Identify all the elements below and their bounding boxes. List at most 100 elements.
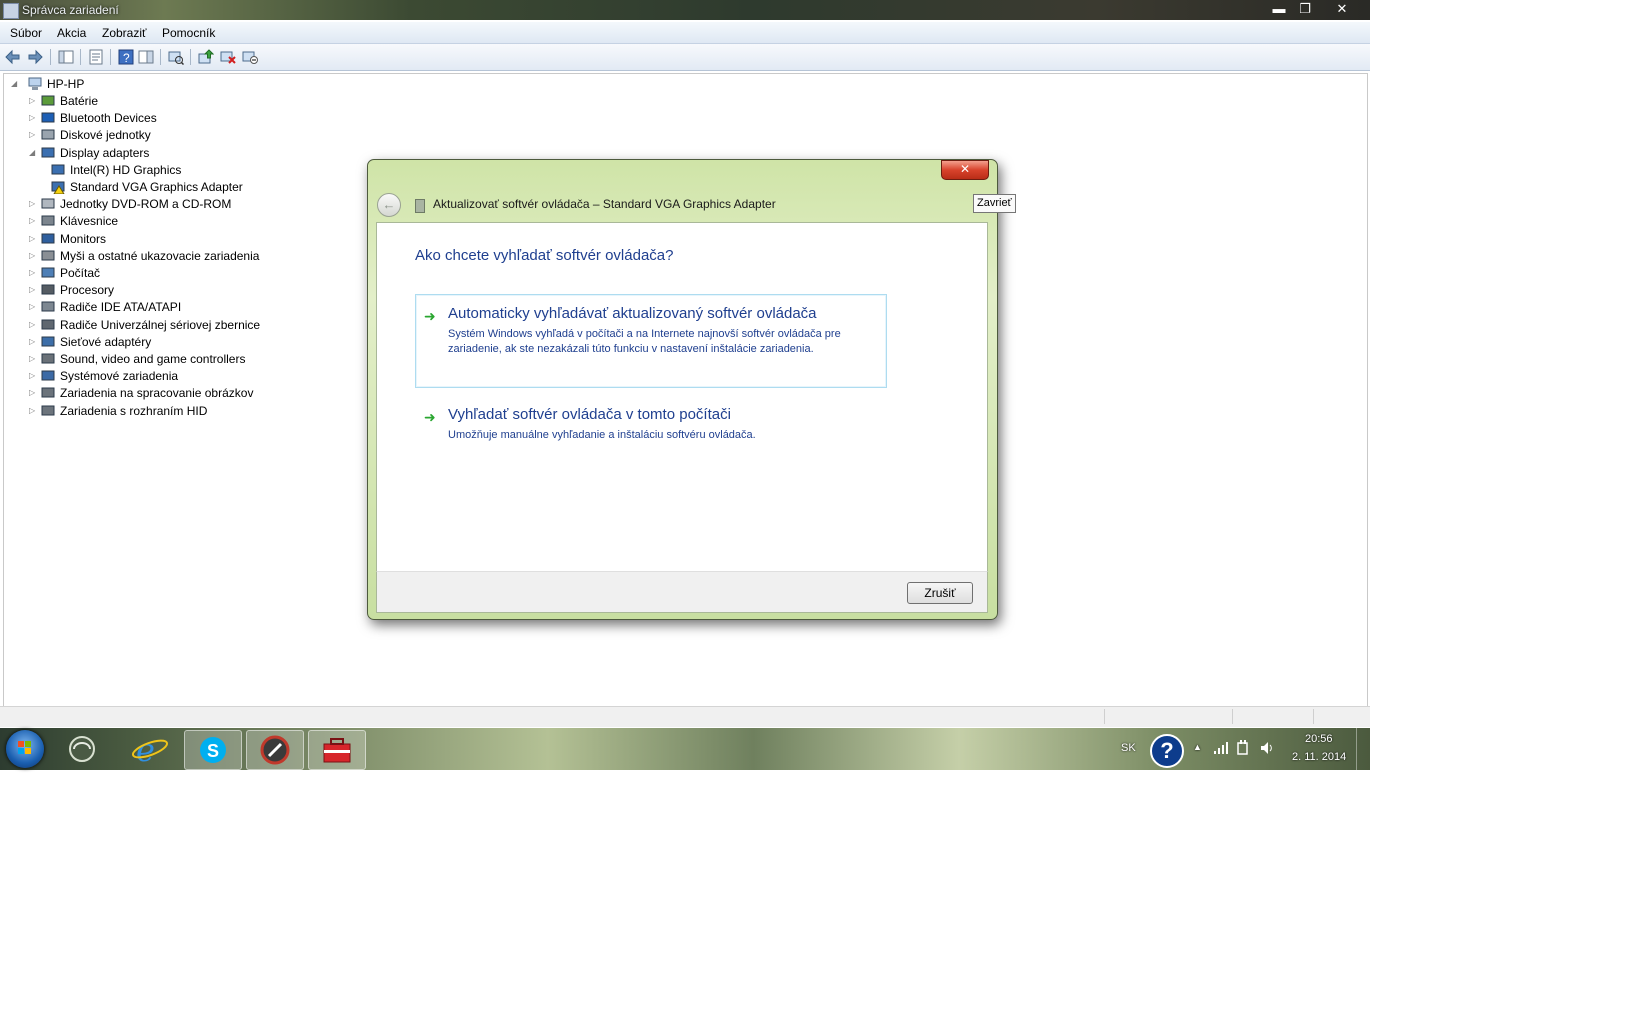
expand-icon[interactable]: ▷ bbox=[29, 406, 39, 415]
expand-icon[interactable]: ▷ bbox=[29, 354, 39, 363]
tree-item-label: Standard VGA Graphics Adapter bbox=[70, 180, 243, 194]
menu-action[interactable]: Akcia bbox=[57, 26, 86, 40]
show-desktop-button[interactable] bbox=[1356, 728, 1371, 770]
tree-item-label: Sieťové adaptéry bbox=[60, 334, 152, 349]
expand-icon[interactable]: ▷ bbox=[29, 268, 39, 277]
clock-time[interactable]: 20:56 bbox=[1305, 733, 1333, 745]
menu-file[interactable]: Súbor bbox=[10, 26, 42, 40]
tree-item-label: Monitors bbox=[60, 231, 107, 246]
action-pane-icon[interactable] bbox=[138, 49, 154, 65]
dialog-close-button[interactable]: ✕ bbox=[941, 160, 989, 180]
expand-icon[interactable]: ▷ bbox=[29, 113, 39, 122]
collapse-icon[interactable]: ◢ bbox=[29, 148, 39, 157]
computer-icon bbox=[41, 267, 55, 278]
toolbox-icon bbox=[323, 738, 351, 763]
tree-item-label: Intel(R) HD Graphics bbox=[70, 162, 182, 177]
uninstall-icon[interactable] bbox=[220, 49, 236, 65]
option-auto-search-title: Automaticky vyhľadávať aktualizovaný sof… bbox=[448, 305, 817, 322]
forward-icon[interactable] bbox=[27, 49, 43, 65]
expand-icon[interactable]: ▷ bbox=[29, 234, 39, 243]
disk-icon bbox=[41, 129, 55, 140]
collapse-icon[interactable]: ◢ bbox=[11, 79, 21, 88]
mouse-icon bbox=[41, 250, 55, 261]
processor-icon bbox=[41, 284, 55, 295]
usb-icon bbox=[41, 319, 55, 330]
dialog-footer: Zrušiť bbox=[376, 571, 988, 613]
internet-explorer-icon: e bbox=[131, 731, 169, 769]
taskbar-device-manager[interactable] bbox=[308, 730, 366, 770]
hid-icon bbox=[41, 405, 55, 416]
dialog-content: Ako chcete vyhľadať softvér ovládača? ➜ … bbox=[376, 222, 988, 573]
window-title: Správca zariadení bbox=[22, 3, 119, 17]
status-separator bbox=[1104, 709, 1105, 724]
start-button[interactable] bbox=[6, 730, 44, 768]
tree-item-label: Počítač bbox=[60, 266, 101, 280]
properties-icon[interactable] bbox=[88, 49, 104, 65]
update-driver-icon[interactable] bbox=[198, 49, 214, 65]
show-hidden-icons-button[interactable]: ▲ bbox=[1193, 742, 1202, 752]
cancel-button[interactable]: Zrušiť bbox=[907, 582, 973, 604]
taskbar-internet-explorer[interactable]: e bbox=[122, 730, 178, 769]
tree-root-label: HP-HP bbox=[47, 77, 85, 91]
power-plug-icon[interactable] bbox=[1236, 740, 1250, 756]
tree-item-label: Myši a ostatné ukazovacie zariadenia bbox=[60, 248, 260, 263]
expand-icon[interactable]: ▷ bbox=[29, 388, 39, 397]
bluetooth-icon bbox=[41, 112, 55, 123]
taskbar-browser[interactable] bbox=[246, 730, 304, 770]
expand-icon[interactable]: ▷ bbox=[29, 302, 39, 311]
tree-item-label: Radiče Univerzálnej sériovej zbernice bbox=[60, 317, 261, 332]
windows-logo-icon bbox=[18, 741, 31, 754]
minimize-button[interactable]: ▬ bbox=[1266, 0, 1292, 19]
green-arrow-icon: ➜ bbox=[424, 409, 436, 425]
taskbar: e S SK ? ▲ 20:56 2. 11. 2014 bbox=[0, 728, 1370, 770]
tree-item-label: Klávesnice bbox=[60, 214, 119, 229]
expand-icon[interactable]: ▷ bbox=[29, 216, 39, 225]
browser-icon bbox=[260, 735, 290, 765]
network-signal-icon[interactable] bbox=[1213, 741, 1229, 755]
option-auto-search[interactable]: ➜ Automaticky vyhľadávať aktualizovaný s… bbox=[415, 294, 887, 388]
taskbar-media-center[interactable] bbox=[54, 730, 110, 768]
close-window-button[interactable]: ✕ bbox=[1320, 0, 1364, 19]
expand-icon[interactable]: ▷ bbox=[29, 130, 39, 139]
option-browse-computer-title: Vyhľadať softvér ovládača v tomto počíta… bbox=[448, 406, 731, 423]
taskbar-skype[interactable]: S bbox=[184, 730, 242, 770]
dialog-question: Ako chcete vyhľadať softvér ovládača? bbox=[415, 247, 674, 264]
restore-button[interactable]: ❐ bbox=[1292, 0, 1318, 19]
update-driver-dialog: ✕ ← Aktualizovať softvér ovládača – Stan… bbox=[367, 159, 998, 620]
warning-display-adapter-icon bbox=[51, 181, 65, 194]
ide-controller-icon bbox=[41, 301, 55, 312]
keyboard-icon bbox=[41, 215, 55, 226]
scan-hardware-icon[interactable] bbox=[168, 49, 184, 65]
expand-icon[interactable]: ▷ bbox=[29, 285, 39, 294]
menu-view[interactable]: Zobraziť bbox=[102, 26, 147, 40]
expand-icon[interactable]: ▷ bbox=[29, 96, 39, 105]
back-button[interactable]: ← bbox=[377, 193, 401, 217]
display-adapter-icon bbox=[41, 147, 55, 158]
expand-icon[interactable]: ▷ bbox=[29, 199, 39, 208]
status-bar bbox=[0, 706, 1370, 727]
expand-icon[interactable]: ▷ bbox=[29, 320, 39, 329]
menu-help[interactable]: Pomocník bbox=[162, 26, 215, 40]
display-adapter-icon bbox=[51, 164, 65, 175]
title-bar[interactable]: Správca zariadení ▬ ❐ ✕ bbox=[0, 0, 1370, 20]
svg-text:?: ? bbox=[123, 51, 130, 65]
option-auto-search-description: Systém Windows vyhľadá v počítači a na I… bbox=[448, 328, 841, 355]
expand-icon[interactable]: ▷ bbox=[29, 371, 39, 380]
help-tray-icon[interactable]: ? bbox=[1150, 734, 1184, 768]
tree-item-label: Bluetooth Devices bbox=[60, 111, 157, 126]
clock-date[interactable]: 2. 11. 2014 bbox=[1292, 751, 1346, 763]
help-icon[interactable]: ? bbox=[118, 49, 134, 65]
option-browse-computer[interactable]: ➜ Vyhľadať softvér ovládača v tomto počí… bbox=[415, 395, 887, 453]
green-arrow-icon: ➜ bbox=[424, 308, 436, 324]
volume-icon[interactable] bbox=[1259, 740, 1275, 756]
skype-icon: S bbox=[200, 737, 226, 763]
svg-text:S: S bbox=[207, 741, 219, 761]
language-indicator[interactable]: SK bbox=[1121, 742, 1136, 754]
dialog-title: Aktualizovať softvér ovládača – Standard… bbox=[433, 197, 776, 211]
disable-icon[interactable] bbox=[242, 49, 258, 65]
back-icon[interactable] bbox=[5, 49, 21, 65]
media-center-icon bbox=[69, 736, 95, 762]
expand-icon[interactable]: ▷ bbox=[29, 251, 39, 260]
expand-icon[interactable]: ▷ bbox=[29, 337, 39, 346]
show-hide-console-tree-icon[interactable] bbox=[58, 49, 74, 65]
